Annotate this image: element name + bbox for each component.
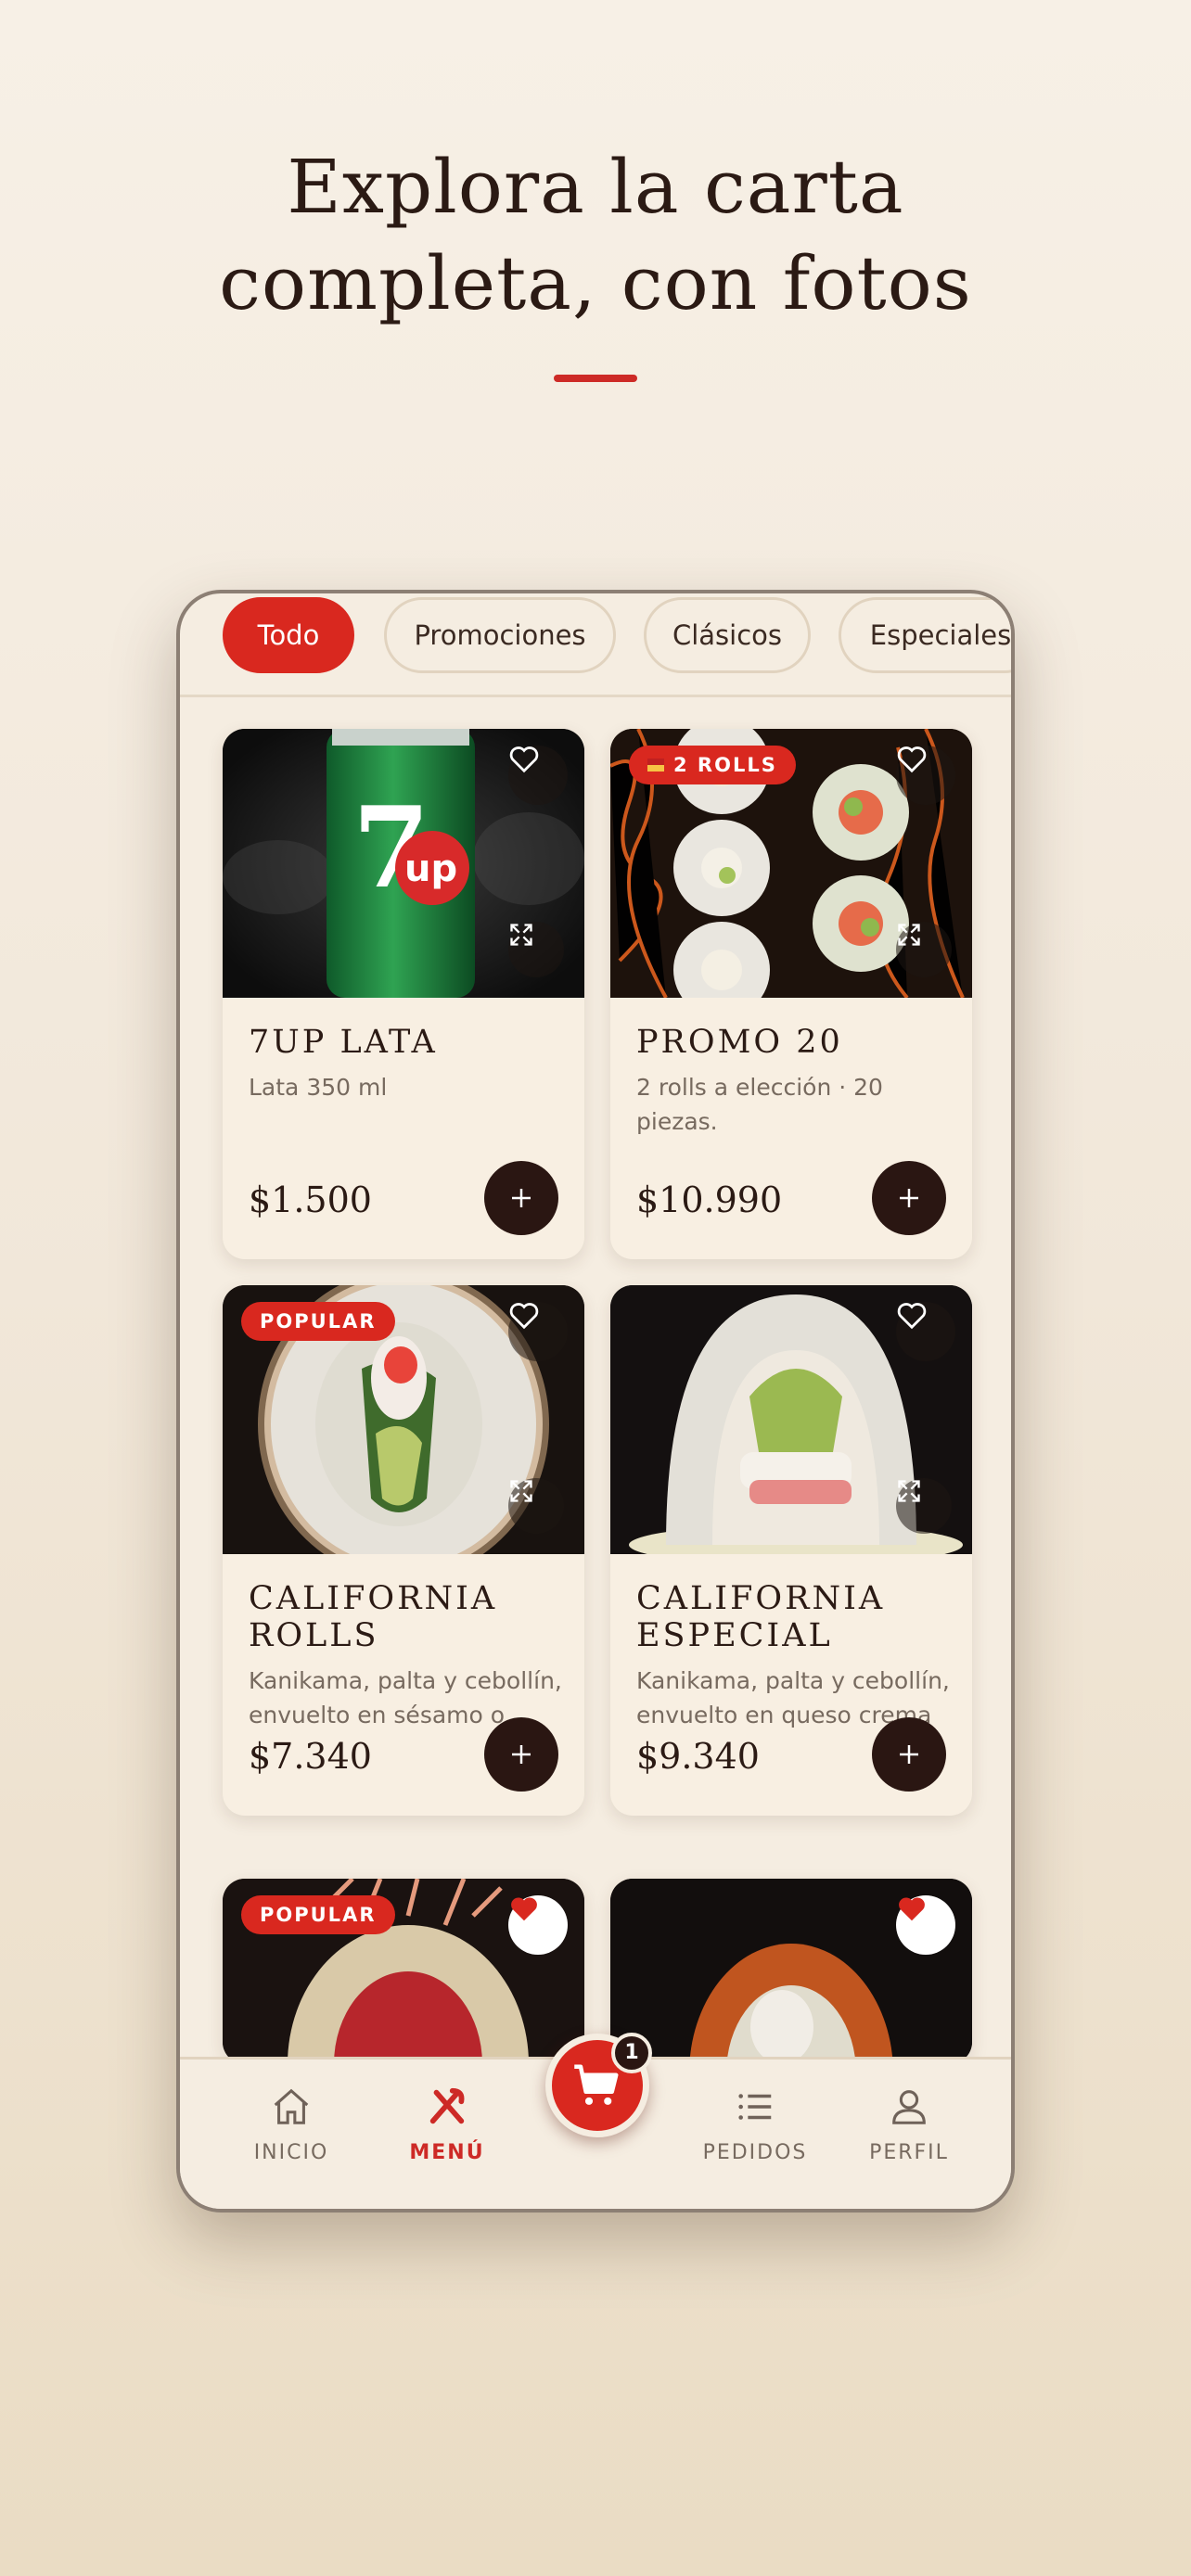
headline: Explora la carta completa, con fotos — [0, 139, 1191, 332]
expand-image-button[interactable] — [508, 922, 564, 977]
nav-perfil[interactable]: PERFIL — [844, 2085, 974, 2164]
expand-icon — [898, 1480, 920, 1502]
product-description: 2 rolls a elección · 20 piezas. — [636, 1074, 883, 1135]
product-card-partial[interactable] — [610, 1879, 972, 2064]
crispy-roll-photo — [610, 1879, 972, 2064]
add-to-cart-button[interactable] — [872, 1717, 946, 1792]
add-to-cart-button[interactable] — [484, 1717, 558, 1792]
plus-icon — [512, 1189, 531, 1207]
list-icon — [738, 2094, 772, 2120]
expand-image-button[interactable] — [508, 1478, 564, 1534]
expand-icon — [510, 1480, 532, 1502]
product-card-california-rolls[interactable]: POPULAR CALIFORNIA ROLLS Kanikama, palta… — [223, 1285, 584, 1816]
add-to-cart-button[interactable] — [484, 1161, 558, 1235]
headline-underline — [554, 375, 637, 382]
heart-outline-icon — [509, 1303, 539, 1330]
headline-line-2: completa, con fotos — [219, 240, 972, 326]
favorite-button[interactable] — [896, 1895, 955, 1955]
product-name: 7UP LATA — [249, 1024, 438, 1061]
product-card-partial[interactable]: POPULAR — [223, 1879, 584, 2064]
cart-count-badge: 1 — [611, 2033, 652, 2073]
nav-menu-label: MENÚ — [409, 2141, 485, 2164]
product-card-california-especial[interactable]: CALIFORNIA ESPECIAL Kanikama, palta y ce… — [610, 1285, 972, 1816]
add-to-cart-button[interactable] — [872, 1161, 946, 1235]
california-especial-photo — [610, 1285, 972, 1554]
headline-line-1: Explora la carta — [287, 144, 904, 230]
product-name: CALIFORNIA ESPECIAL — [636, 1580, 886, 1654]
svg-text:up: up — [404, 848, 457, 890]
promo-badge: 2 ROLLS — [629, 746, 796, 784]
nav-perfil-label: PERFIL — [869, 2141, 949, 2164]
plus-icon — [900, 1189, 918, 1207]
product-name: PROMO 20 — [636, 1024, 843, 1061]
user-icon — [892, 2090, 926, 2124]
plus-icon — [512, 1745, 531, 1764]
expand-icon — [898, 924, 920, 946]
sushi-rolls-photo: 2 ROLLS — [610, 729, 972, 998]
bottom-navigation: INICIO MENÚ 1 PEDIDOS PERFIL — [180, 2033, 1011, 2209]
popular-badge: POPULAR — [241, 1895, 395, 1934]
cart-button[interactable]: 1 — [545, 2033, 652, 2137]
badge-label: POPULAR — [260, 1904, 377, 1926]
heart-outline-icon — [897, 746, 927, 773]
product-grid: 7 up 7UP LATA Lata 350 ml $1.500 2 ROLLS… — [180, 593, 1011, 2209]
flag-icon — [647, 759, 664, 772]
favorite-button[interactable] — [508, 1302, 568, 1361]
product-description: Lata 350 ml — [249, 1074, 388, 1101]
heart-filled-icon — [511, 1897, 537, 1921]
expand-image-button[interactable] — [896, 922, 952, 977]
expand-icon — [510, 924, 532, 946]
badge-label: 2 ROLLS — [673, 754, 777, 776]
nav-pedidos[interactable]: PEDIDOS — [690, 2085, 820, 2164]
product-price: $7.340 — [249, 1736, 372, 1777]
product-card-promo-20[interactable]: 2 ROLLS PROMO 20 2 rolls a elección · 20… — [610, 729, 972, 1259]
nav-inicio-label: INICIO — [253, 2141, 329, 2164]
favorite-button[interactable] — [896, 1302, 955, 1361]
heart-outline-icon — [509, 746, 539, 773]
home-icon — [274, 2088, 309, 2124]
nav-pedidos-label: PEDIDOS — [702, 2141, 808, 2164]
popular-badge: POPULAR — [241, 1302, 395, 1341]
favorite-button[interactable] — [508, 1895, 568, 1955]
expand-image-button[interactable] — [896, 1478, 952, 1534]
nav-inicio[interactable]: INICIO — [226, 2085, 356, 2164]
soda-can-photo: 7 up — [223, 729, 584, 998]
product-price: $9.340 — [636, 1736, 760, 1777]
favorite-button[interactable] — [896, 746, 955, 805]
cart-icon — [574, 2064, 619, 2105]
plus-icon — [900, 1745, 918, 1764]
product-price: $1.500 — [249, 1180, 372, 1220]
favorite-button[interactable] — [508, 746, 568, 805]
product-name: CALIFORNIA ROLLS — [249, 1580, 498, 1654]
california-roll-photo: POPULAR — [223, 1285, 584, 1554]
product-price: $10.990 — [636, 1180, 783, 1220]
nav-menu[interactable]: MENÚ — [382, 2085, 512, 2164]
product-card-7up[interactable]: 7 up 7UP LATA Lata 350 ml $1.500 — [223, 729, 584, 1259]
heart-filled-icon — [899, 1897, 925, 1921]
utensils-icon — [429, 2087, 465, 2124]
phone-frame: Todo Promociones Clásicos Especiales 7 u… — [176, 590, 1015, 2213]
heart-outline-icon — [897, 1303, 927, 1330]
badge-label: POPULAR — [260, 1310, 377, 1333]
tuna-roll-photo: POPULAR — [223, 1879, 584, 2064]
